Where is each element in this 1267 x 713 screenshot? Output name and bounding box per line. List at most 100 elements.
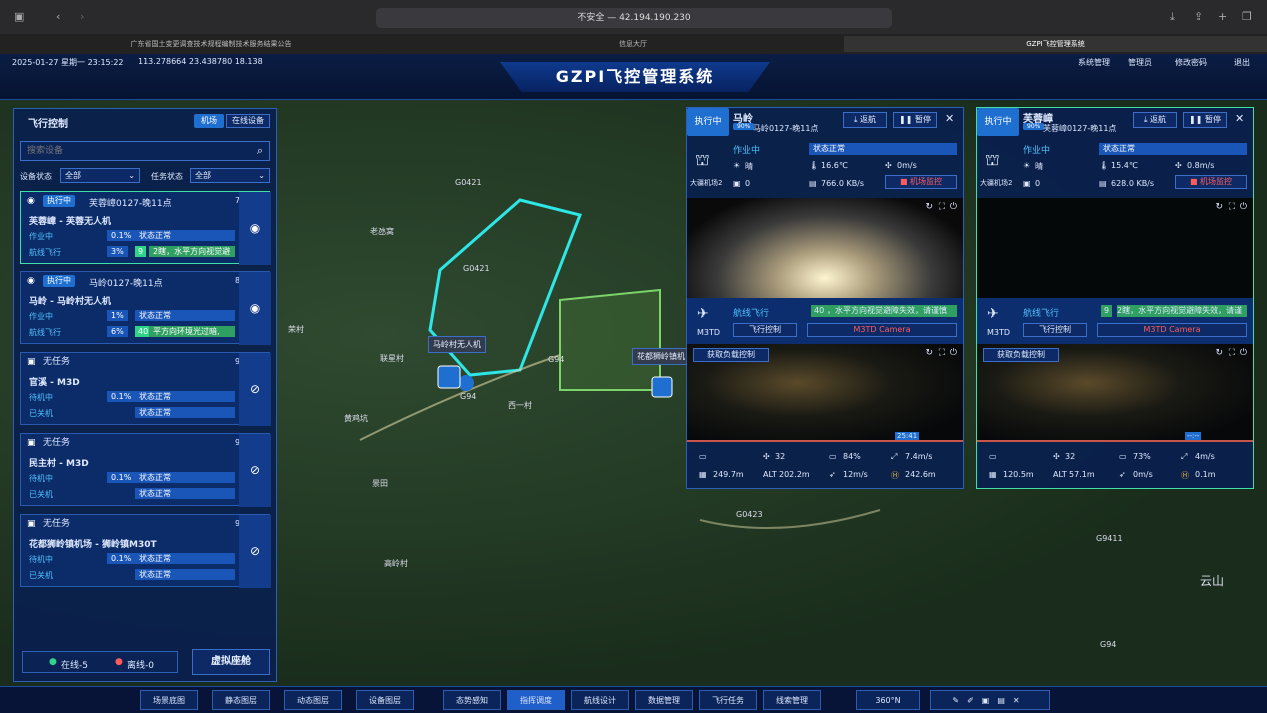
device-card[interactable]: ▣ 无任务 90% ▭ 官溪 - M3D 待机中 0.1% 状态正常 已关机 状…	[20, 352, 271, 426]
standby-status: 待机中	[29, 393, 53, 402]
target-icon: ◉	[27, 276, 35, 286]
eye-off-icon[interactable]: ⊘	[239, 353, 271, 426]
compass[interactable]: 360°N	[856, 690, 920, 710]
state-text: 状态正常	[809, 143, 957, 155]
dock-camera-feed[interactable]: ↻ ⛶ ⏻	[977, 198, 1253, 298]
dock-camera-feed[interactable]: ↻ ⛶ ⏻	[687, 198, 963, 298]
task-status-select[interactable]: 全部 ⌄	[190, 168, 270, 183]
device-card[interactable]: ◉ 执行中 芙蓉嶂0127-晚11点 73% ▭ 芙蓉嶂 - 芙蓉无人机 作业中…	[20, 191, 271, 265]
return-home-button[interactable]: ⤓ 返航	[843, 112, 887, 128]
nav-clue-management[interactable]: 线索管理	[763, 690, 821, 710]
device-card[interactable]: ▣ 无任务 90% ▭ 民主村 - M3D 待机中 0.1% 状态正常 已关机 …	[20, 433, 271, 507]
back-icon[interactable]: ‹	[56, 10, 60, 23]
search-icon[interactable]: ⌕	[257, 144, 263, 158]
tabs-overview-icon[interactable]: ❐	[1242, 10, 1252, 23]
power-icon[interactable]: ⏻	[1240, 202, 1247, 212]
eye-icon[interactable]: ◉	[239, 192, 271, 265]
payload-control-button[interactable]: 获取负载控制	[983, 348, 1059, 362]
device-card[interactable]: ◉ 执行中 马岭0127-晚11点 84% ▭ 马岭 - 马岭村无人机 作业中 …	[20, 271, 271, 345]
camera-button[interactable]: M3TD Camera	[807, 323, 957, 337]
timeline-bar[interactable]	[977, 440, 1253, 442]
tab-online-devices[interactable]: 在线设备	[226, 114, 270, 128]
layer-static-button[interactable]: 静态图层	[212, 690, 270, 710]
flight-mode: 航线飞行	[733, 309, 770, 319]
record-icon: ■	[899, 177, 911, 186]
tab-2[interactable]: 信息大厅	[422, 36, 844, 52]
power-icon[interactable]: ⏻	[950, 202, 957, 212]
power-icon[interactable]: ⏻	[950, 348, 957, 358]
tab-dock[interactable]: 机场	[194, 114, 224, 128]
network-icon: ▤	[1099, 179, 1107, 188]
file-count: 0	[745, 179, 751, 188]
drone-icon: ✈	[987, 306, 999, 322]
map-tools[interactable]: ✎✐▣▤✕	[930, 690, 1050, 710]
flight-control-panel: 飞行控制 机场 在线设备 ⌕ 设备状态 全部 ⌄ 任务状态 全部 ⌄ ◉ 执行中 芙…	[13, 108, 277, 682]
nav-route-design[interactable]: 航线设计	[571, 690, 629, 710]
payload-camera-feed[interactable]: 获取负载控制 ↻ ⛶ ⏻ --:--	[977, 344, 1253, 442]
layer-dynamic-button[interactable]: 动态图层	[284, 690, 342, 710]
tab-3-active[interactable]: GZPI飞控管理系统	[844, 36, 1267, 52]
pause-label: 暂停	[914, 115, 931, 124]
pause-button[interactable]: ❚❚ 暂停	[893, 112, 937, 128]
payload-control-button[interactable]: 获取负载控制	[693, 348, 769, 362]
share-icon[interactable]: ⇪	[1194, 10, 1203, 23]
layer-device-button[interactable]: 设备图层	[356, 690, 414, 710]
map-label: G9411	[1096, 534, 1123, 543]
search-box: ⌕	[20, 141, 270, 161]
eye-off-icon[interactable]: ⊘	[239, 515, 271, 588]
refresh-icon[interactable]: ↻	[1215, 348, 1223, 358]
forward-icon[interactable]: ›	[80, 10, 84, 23]
link-admin[interactable]: 管理员	[1128, 57, 1152, 68]
status-text: 状态正常	[135, 310, 235, 321]
link-password[interactable]: 修改密码	[1175, 57, 1207, 68]
flight-control-button[interactable]: 飞行控制	[1023, 323, 1087, 337]
dock-monitor-button[interactable]: ■ 机场监控	[885, 175, 957, 189]
fullscreen-icon[interactable]: ⛶	[939, 202, 945, 212]
panel-title: 飞行控制	[28, 119, 68, 130]
fullscreen-icon[interactable]: ⛶	[1229, 202, 1235, 212]
flight-control-button[interactable]: 飞行控制	[733, 323, 797, 337]
close-icon[interactable]: ✕	[1235, 112, 1244, 125]
device-name: 马岭 - 马岭村无人机	[29, 297, 112, 307]
address-bar[interactable]: 不安全 — 42.194.190.230	[376, 8, 892, 28]
new-tab-icon[interactable]: +	[1218, 10, 1227, 23]
refresh-icon[interactable]: ↻	[1215, 202, 1223, 212]
waypoint-number: 9	[1101, 305, 1113, 317]
payload-camera-feed[interactable]: 获取负载控制 ↻ ⛶ ⏻ 25:41	[687, 344, 963, 442]
link-system[interactable]: 系统管理	[1078, 57, 1110, 68]
height: 242.6m	[905, 470, 936, 479]
eye-off-icon[interactable]: ⊘	[239, 434, 271, 507]
return-home-button[interactable]: ⤓ 返航	[1133, 112, 1177, 128]
nav-dispatch-active[interactable]: 指挥调度	[507, 690, 565, 710]
map-label: 云山	[1200, 574, 1225, 588]
camera-button[interactable]: M3TD Camera	[1097, 323, 1247, 337]
sidebar-icon[interactable]: ▣	[14, 10, 24, 23]
nav-flight-tasks[interactable]: 飞行任务	[699, 690, 757, 710]
refresh-icon[interactable]: ↻	[925, 202, 933, 212]
link-logout[interactable]: 退出	[1234, 57, 1250, 68]
power-icon[interactable]: ⏻	[1240, 348, 1247, 358]
timeline-bar[interactable]	[687, 440, 963, 442]
download-icon[interactable]: ⤓	[1170, 10, 1175, 24]
device-status-label: 设备状态	[20, 172, 52, 181]
dock-monitor-button[interactable]: ■ 机场监控	[1175, 175, 1247, 189]
close-icon[interactable]: ✕	[945, 112, 954, 125]
device-card[interactable]: ▣ 无任务 93% ▭ 花都狮岭镇机场 - 狮岭镇M30T 待机中 0.1% 状…	[20, 514, 271, 588]
nav-data-management[interactable]: 数据管理	[635, 690, 693, 710]
nav-situation[interactable]: 态势感知	[443, 690, 501, 710]
search-input[interactable]	[21, 142, 239, 160]
datetime: 2025-01-27 星期一 23:15:22	[12, 58, 124, 67]
tab-1[interactable]: 广东省国土变更调查技术规程编制技术服务结果公告	[0, 36, 422, 52]
map-label-dock[interactable]: 花都狮岭镇机	[632, 348, 690, 365]
pause-button[interactable]: ❚❚ 暂停	[1183, 112, 1227, 128]
altitude: 202.2m	[779, 470, 810, 479]
fullscreen-icon[interactable]: ⛶	[1229, 348, 1235, 358]
layer-basemap-button[interactable]: 场景底图	[140, 690, 198, 710]
fullscreen-icon[interactable]: ⛶	[939, 348, 945, 358]
work-status: 作业中	[1023, 146, 1051, 156]
map-label-drone[interactable]: 马岭村无人机	[428, 336, 486, 353]
device-status-select[interactable]: 全部 ⌄	[60, 168, 140, 183]
virtual-cockpit-button[interactable]: 虚拟座舱	[192, 649, 270, 675]
refresh-icon[interactable]: ↻	[925, 348, 933, 358]
eye-icon[interactable]: ◉	[239, 272, 271, 345]
